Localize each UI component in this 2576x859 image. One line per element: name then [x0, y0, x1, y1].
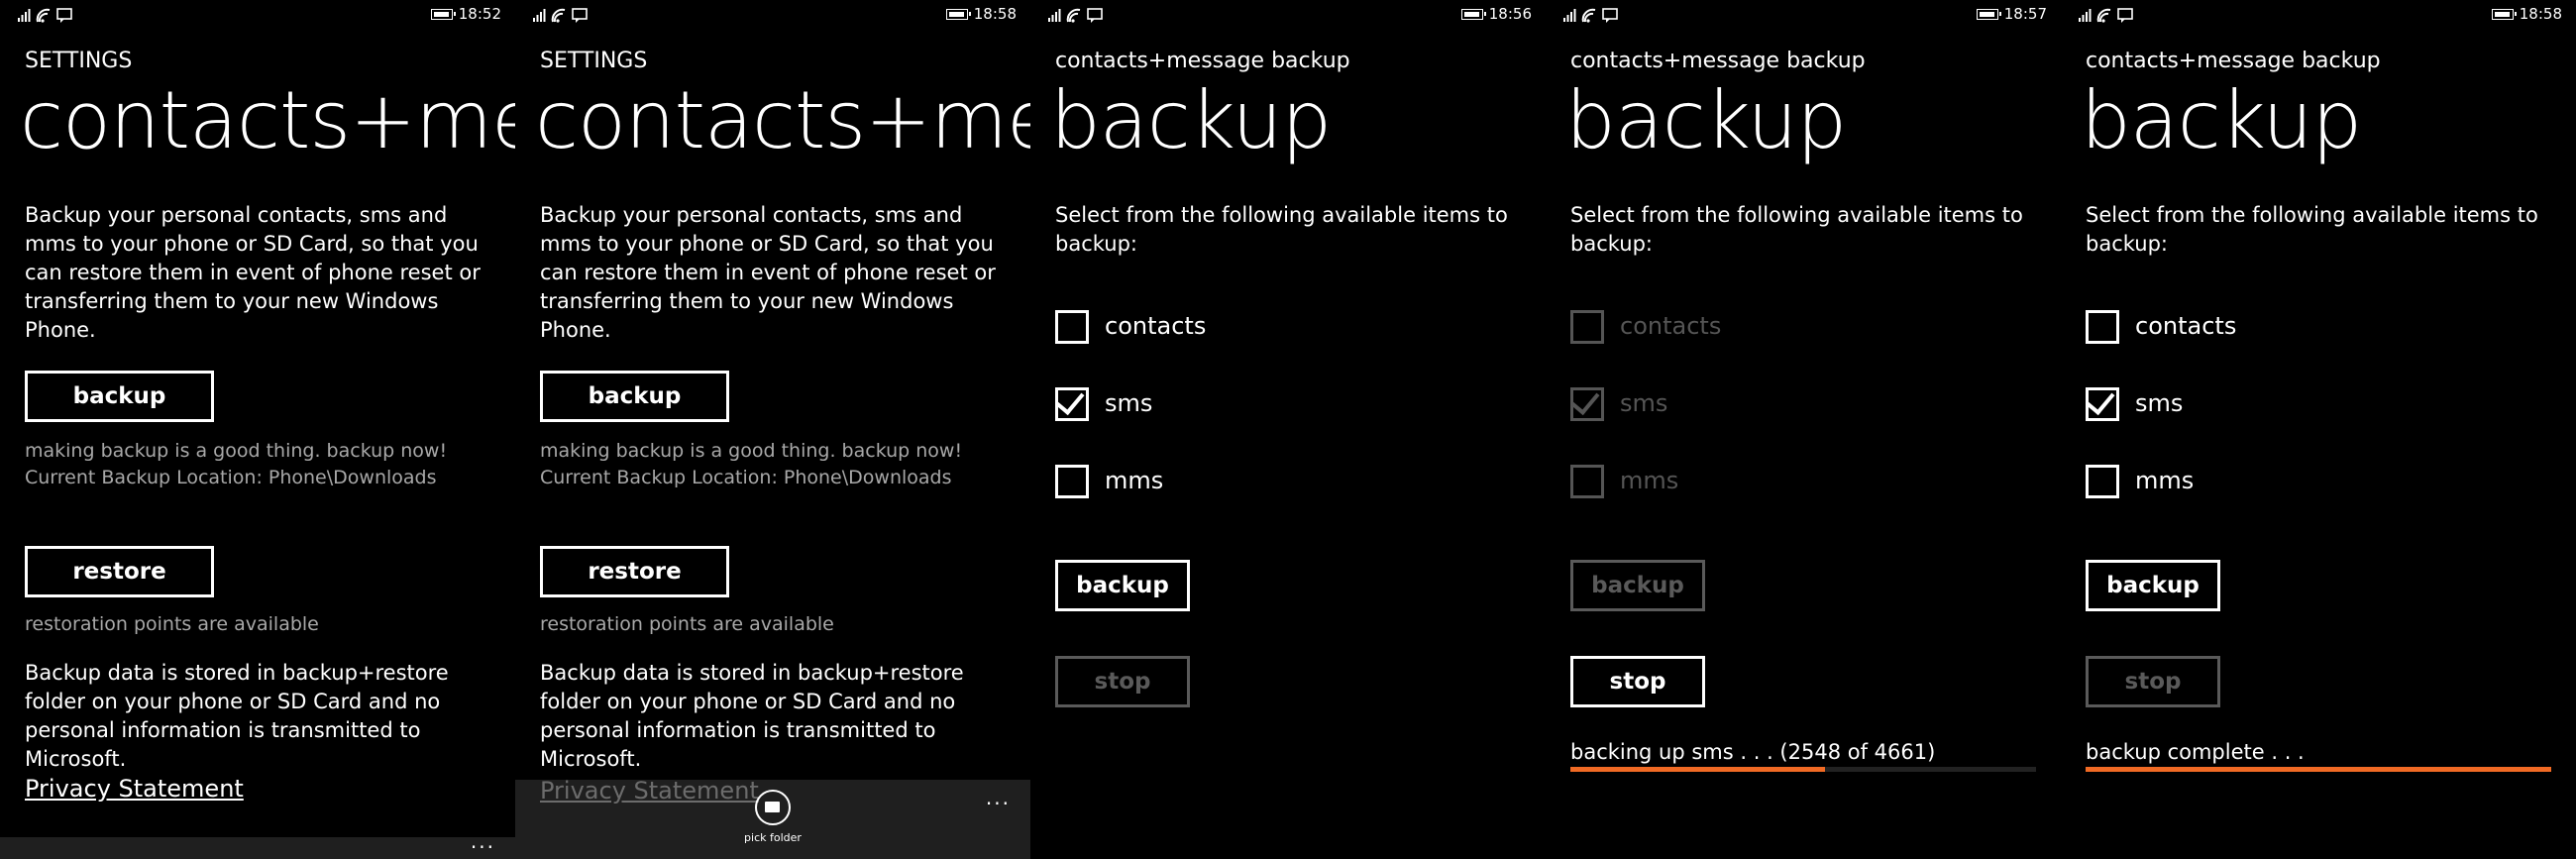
battery-icon — [1977, 9, 2001, 20]
page-title: contacts+mess — [535, 74, 1030, 166]
contacts-checkbox[interactable] — [2086, 310, 2119, 344]
app-title: contacts+message backup — [1570, 49, 1866, 73]
status-bar: 18:57 — [1546, 0, 2061, 30]
backup-button[interactable]: backup — [25, 371, 214, 422]
restore-button[interactable]: restore — [540, 546, 729, 597]
signal-wifi-message-icons — [18, 8, 72, 23]
progress-bar — [1570, 767, 2036, 772]
restore-hint: restoration points are available — [25, 613, 319, 635]
page-title: backup — [2081, 74, 2362, 166]
stop-button[interactable]: stop — [2086, 656, 2220, 707]
description: Backup your personal contacts, sms and m… — [25, 203, 481, 342]
contacts-label[interactable]: contacts — [1105, 312, 1206, 340]
app-bar: ... — [0, 829, 515, 859]
privacy-statement-link[interactable]: Privacy Statement — [25, 775, 244, 803]
pick-folder-button[interactable]: pick folder — [731, 790, 814, 844]
instruction: Select from the following available item… — [1570, 203, 2023, 256]
backup-button[interactable]: backup — [540, 371, 729, 422]
backup-button[interactable]: backup — [1055, 560, 1190, 611]
privacy-note: Backup data is stored in backup+restore … — [540, 661, 964, 771]
sms-label[interactable]: sms — [1105, 389, 1152, 417]
instruction: Select from the following available item… — [1055, 203, 1508, 256]
stop-button[interactable]: stop — [1055, 656, 1190, 707]
screen-backup-complete: 18:58 contacts+message backup backup Sel… — [2061, 0, 2576, 859]
app-title: contacts+message backup — [2086, 49, 2381, 73]
page-title: backup — [1565, 74, 1847, 166]
battery-icon — [2492, 9, 2517, 20]
mms-label[interactable]: mms — [1105, 467, 1163, 494]
sms-checkbox[interactable] — [1055, 384, 1089, 421]
status-bar: 18:56 — [1030, 0, 1546, 30]
status-bar: 18:52 — [0, 0, 515, 30]
more-options-icon[interactable]: ... — [471, 829, 495, 853]
progress-fill — [2086, 767, 2551, 772]
clock: 18:52 — [458, 5, 501, 23]
checkmark-icon — [1570, 384, 1600, 416]
status-bar: 18:58 — [515, 0, 1030, 30]
progress-status: backing up sms . . . (2548 of 4661) — [1570, 740, 1936, 764]
clock: 18:57 — [2003, 5, 2047, 23]
restore-hint: restoration points are available — [540, 613, 834, 635]
contacts-checkbox[interactable] — [1570, 310, 1604, 344]
app-title: SETTINGS — [25, 49, 133, 73]
mms-label[interactable]: mms — [1620, 467, 1678, 494]
screen-backup-progress: 18:57 contacts+message backup backup Sel… — [1546, 0, 2061, 859]
backup-hint: making backup is a good thing. backup no… — [25, 440, 448, 462]
signal-wifi-message-icons — [533, 8, 588, 23]
page-title: contacts+mess — [20, 74, 515, 166]
folder-icon — [755, 790, 791, 825]
contacts-label[interactable]: contacts — [1620, 312, 1721, 340]
signal-wifi-message-icons — [1048, 8, 1103, 23]
instruction: Select from the following available item… — [2086, 203, 2538, 256]
clock: 18:58 — [2519, 5, 2562, 23]
backup-location: Current Backup Location: Phone\Downloads — [25, 467, 437, 488]
battery-icon — [1461, 9, 1486, 20]
mms-label[interactable]: mms — [2135, 467, 2194, 494]
checkmark-icon — [2086, 384, 2115, 416]
contacts-label[interactable]: contacts — [2135, 312, 2236, 340]
pick-folder-label: pick folder — [744, 831, 802, 844]
page-title: backup — [1050, 74, 1332, 166]
signal-wifi-message-icons — [2079, 8, 2133, 23]
screen-settings-1: 18:52 SETTINGS contacts+mess Backup your… — [0, 0, 515, 859]
sms-label[interactable]: sms — [2135, 389, 2183, 417]
progress-status: backup complete . . . — [2086, 740, 2305, 764]
backup-button[interactable]: backup — [2086, 560, 2220, 611]
sms-label[interactable]: sms — [1620, 389, 1667, 417]
battery-icon — [946, 9, 971, 20]
description: Backup your personal contacts, sms and m… — [540, 203, 996, 342]
screen-backup-select: 18:56 contacts+message backup backup Sel… — [1030, 0, 1546, 859]
screen-settings-2: 18:58 SETTINGS contacts+mess Backup your… — [515, 0, 1030, 859]
signal-wifi-message-icons — [1563, 8, 1618, 23]
clock: 18:58 — [973, 5, 1017, 23]
progress-bar — [2086, 767, 2551, 772]
more-options-icon[interactable]: ... — [986, 786, 1011, 809]
mms-checkbox[interactable] — [1570, 465, 1604, 498]
stop-button[interactable]: stop — [1570, 656, 1705, 707]
app-bar-expanded: Privacy Statement pick folder ... — [515, 777, 1030, 859]
sms-checkbox[interactable] — [1570, 384, 1604, 421]
contacts-checkbox[interactable] — [1055, 310, 1089, 344]
restore-button[interactable]: restore — [25, 546, 214, 597]
privacy-statement-link[interactable]: Privacy Statement — [540, 777, 759, 805]
app-title: contacts+message backup — [1055, 49, 1350, 73]
progress-fill — [1570, 767, 1826, 772]
backup-location: Current Backup Location: Phone\Downloads — [540, 467, 952, 488]
sms-checkbox[interactable] — [2086, 384, 2119, 421]
mms-checkbox[interactable] — [2086, 465, 2119, 498]
checkmark-icon — [1055, 384, 1085, 416]
battery-icon — [431, 9, 456, 20]
privacy-note: Backup data is stored in backup+restore … — [25, 661, 449, 771]
backup-button[interactable]: backup — [1570, 560, 1705, 611]
clock: 18:56 — [1488, 5, 1532, 23]
mms-checkbox[interactable] — [1055, 465, 1089, 498]
backup-hint: making backup is a good thing. backup no… — [540, 440, 963, 462]
app-title: SETTINGS — [540, 49, 648, 73]
status-bar: 18:58 — [2061, 0, 2576, 30]
